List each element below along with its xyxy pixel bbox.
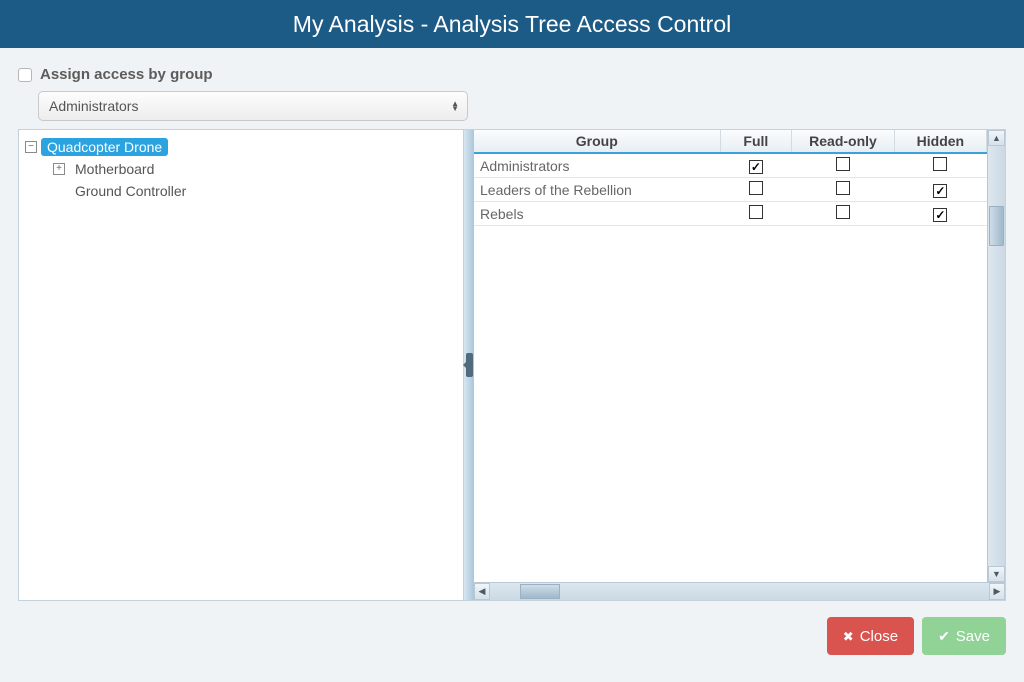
check-icon <box>938 628 950 645</box>
cell-readonly <box>792 202 895 226</box>
scroll-left-icon[interactable]: ◀ <box>474 583 490 600</box>
full-checkbox[interactable] <box>749 205 763 219</box>
close-icon <box>843 628 854 645</box>
vertical-scrollbar[interactable]: ▲ ▼ <box>987 130 1005 582</box>
assign-access-checkbox[interactable] <box>18 68 32 82</box>
cell-full <box>720 202 792 226</box>
group-select-value: Administrators <box>49 98 138 114</box>
tree-node-root[interactable]: − Quadcopter Drone <box>25 136 457 158</box>
cell-hidden <box>894 153 986 178</box>
hidden-checkbox[interactable] <box>933 208 947 222</box>
scroll-track[interactable] <box>490 583 989 600</box>
table-row[interactable]: Administrators <box>474 153 987 178</box>
table-row[interactable]: Rebels <box>474 202 987 226</box>
scroll-right-icon[interactable]: ▶ <box>989 583 1005 600</box>
permissions-table: Group Full Read-only Hidden Administrato… <box>474 130 987 226</box>
hidden-checkbox[interactable] <box>933 184 947 198</box>
dialog-title: My Analysis - Analysis Tree Access Contr… <box>293 11 731 38</box>
scroll-down-icon[interactable]: ▼ <box>988 566 1005 582</box>
split-panels: − Quadcopter Drone + Motherboard Ground … <box>18 129 1006 601</box>
permissions-panel: Group Full Read-only Hidden Administrato… <box>474 130 1005 600</box>
readonly-checkbox[interactable] <box>836 205 850 219</box>
tree-expand-icon[interactable]: + <box>53 163 65 175</box>
col-hidden[interactable]: Hidden <box>894 130 986 153</box>
scroll-up-icon[interactable]: ▲ <box>988 130 1005 146</box>
save-button[interactable]: Save <box>922 617 1006 655</box>
dialog-footer: Close Save <box>0 601 1024 671</box>
cell-full <box>720 153 792 178</box>
readonly-checkbox[interactable] <box>836 181 850 195</box>
dialog-header: My Analysis - Analysis Tree Access Contr… <box>0 0 1024 48</box>
save-button-label: Save <box>956 628 990 645</box>
cell-group: Administrators <box>474 153 720 178</box>
table-header-row: Group Full Read-only Hidden <box>474 130 987 153</box>
cell-readonly <box>792 153 895 178</box>
scroll-track[interactable] <box>988 146 1005 566</box>
dialog-content: Assign access by group Administrators ▲▼… <box>0 48 1024 601</box>
splitter-grip-icon <box>466 353 473 377</box>
full-checkbox[interactable] <box>749 160 763 174</box>
scroll-thumb[interactable] <box>520 584 560 599</box>
tree-node-label[interactable]: Ground Controller <box>69 182 192 200</box>
col-group[interactable]: Group <box>474 130 720 153</box>
cell-hidden <box>894 202 986 226</box>
col-readonly[interactable]: Read-only <box>792 130 895 153</box>
readonly-checkbox[interactable] <box>836 157 850 171</box>
select-stepper-icon: ▲▼ <box>451 101 459 111</box>
group-select[interactable]: Administrators ▲▼ <box>38 91 468 121</box>
cell-readonly <box>792 178 895 202</box>
scroll-thumb[interactable] <box>989 206 1004 246</box>
close-button[interactable]: Close <box>827 617 914 655</box>
cell-group: Rebels <box>474 202 720 226</box>
panel-splitter[interactable] <box>464 130 474 600</box>
tree-collapse-icon[interactable]: − <box>25 141 37 153</box>
assign-access-label: Assign access by group <box>40 66 213 83</box>
tree-node-child[interactable]: + Motherboard <box>25 158 457 180</box>
assign-access-row: Assign access by group <box>18 66 1006 83</box>
col-full[interactable]: Full <box>720 130 792 153</box>
cell-hidden <box>894 178 986 202</box>
close-button-label: Close <box>860 628 898 645</box>
cell-group: Leaders of the Rebellion <box>474 178 720 202</box>
table-row[interactable]: Leaders of the Rebellion <box>474 178 987 202</box>
hidden-checkbox[interactable] <box>933 157 947 171</box>
full-checkbox[interactable] <box>749 181 763 195</box>
tree-node-label[interactable]: Motherboard <box>69 160 160 178</box>
tree-node-child[interactable]: Ground Controller <box>25 180 457 202</box>
cell-full <box>720 178 792 202</box>
tree-node-label[interactable]: Quadcopter Drone <box>41 138 168 156</box>
analysis-tree-panel: − Quadcopter Drone + Motherboard Ground … <box>19 130 464 600</box>
horizontal-scrollbar[interactable]: ◀ ▶ <box>474 582 1005 600</box>
